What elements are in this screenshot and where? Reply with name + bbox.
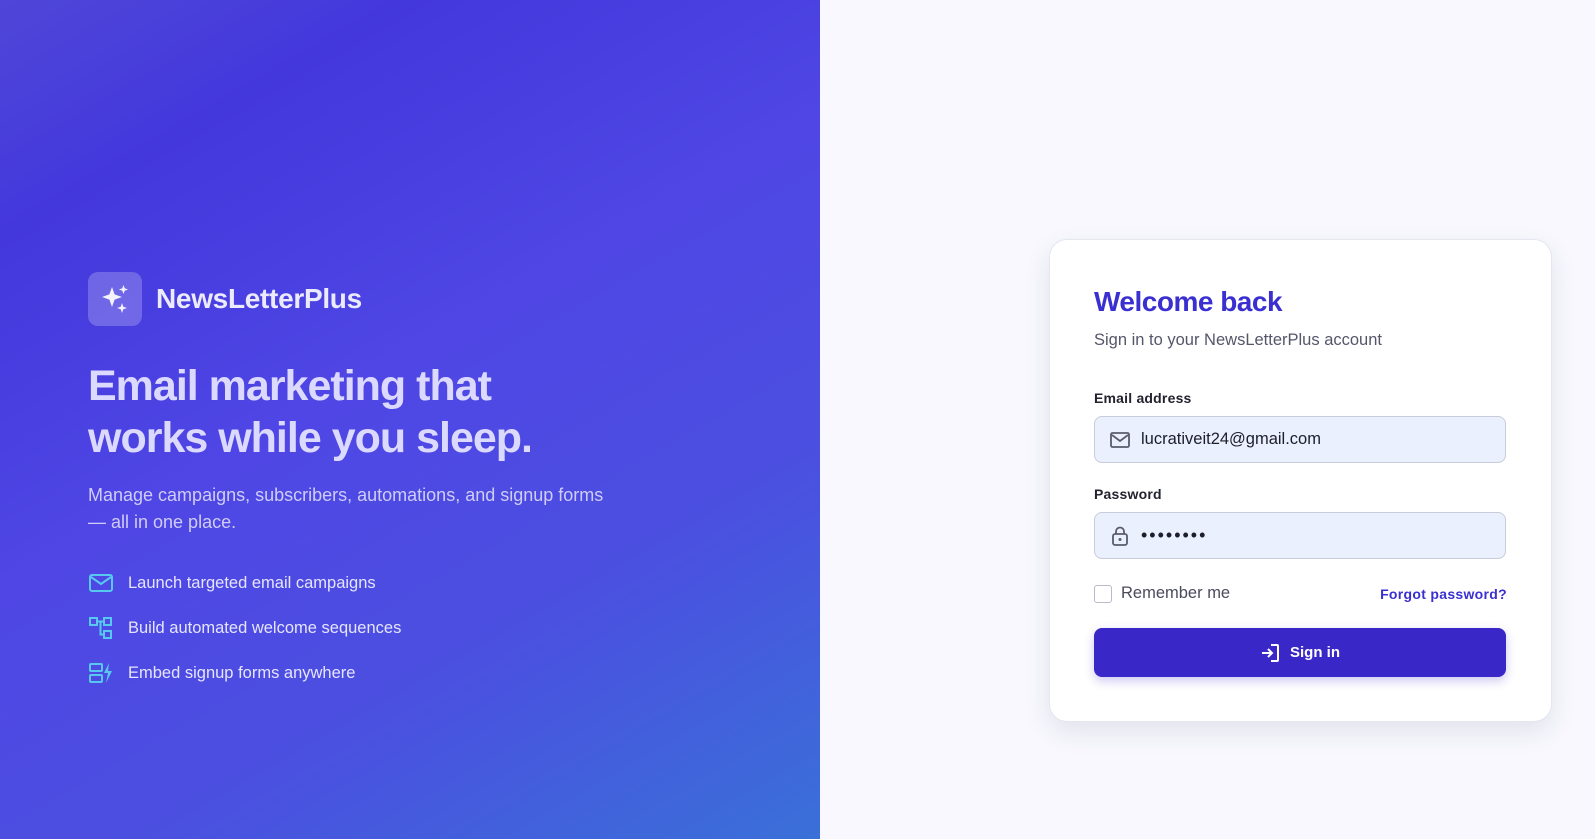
mail-icon xyxy=(88,571,114,595)
workflow-icon xyxy=(88,616,114,640)
forgot-password-link[interactable]: Forgot password? xyxy=(1380,586,1507,602)
password-label: Password xyxy=(1094,486,1162,502)
feature-label: Launch targeted email campaigns xyxy=(128,573,376,592)
feature-label: Embed signup forms anywhere xyxy=(128,663,356,682)
hero-headline-line2: works while you sleep. xyxy=(88,414,533,462)
feature-list: Launch targeted email campaigns Build au… xyxy=(88,571,401,706)
login-title: Welcome back xyxy=(1094,286,1283,317)
sparkles-icon xyxy=(102,285,128,313)
remember-checkbox[interactable] xyxy=(1094,584,1112,603)
sign-in-label: Sign in xyxy=(1290,644,1340,661)
brand: NewsLetterPlus xyxy=(88,272,362,326)
login-panel: Welcome back Sign in to your NewsLetterP… xyxy=(820,0,1595,839)
brand-logo xyxy=(88,272,142,326)
mail-icon xyxy=(1109,429,1131,451)
hero-panel: NewsLetterPlus Email marketing that work… xyxy=(0,0,820,839)
email-input[interactable] xyxy=(1141,430,1481,449)
feature-item: Build automated welcome sequences xyxy=(88,616,401,640)
feature-item: Launch targeted email campaigns xyxy=(88,571,401,595)
email-field[interactable] xyxy=(1094,416,1506,463)
hero-headline: Email marketing that works while you sle… xyxy=(88,360,648,464)
remember-label: Remember me xyxy=(1121,584,1231,602)
feature-label: Build automated welcome sequences xyxy=(128,618,402,637)
lock-icon xyxy=(1109,525,1131,547)
password-field[interactable]: •••••••• xyxy=(1094,512,1506,559)
hero-headline-line1: Email marketing that xyxy=(88,362,492,410)
sign-in-icon xyxy=(1262,643,1279,662)
sign-in-button[interactable]: Sign in xyxy=(1094,628,1506,677)
remember-me[interactable]: Remember me xyxy=(1094,584,1230,603)
brand-name: NewsLetterPlus xyxy=(156,283,362,314)
login-subtitle: Sign in to your NewsLetterPlus account xyxy=(1094,331,1382,349)
email-label: Email address xyxy=(1094,390,1192,406)
hero-subtext: Manage campaigns, subscribers, automatio… xyxy=(88,485,604,532)
password-input[interactable]: •••••••• xyxy=(1141,525,1481,546)
feature-item: Embed signup forms anywhere xyxy=(88,661,401,685)
login-card: Welcome back Sign in to your NewsLetterP… xyxy=(1049,239,1552,722)
form-bolt-icon xyxy=(88,661,114,685)
